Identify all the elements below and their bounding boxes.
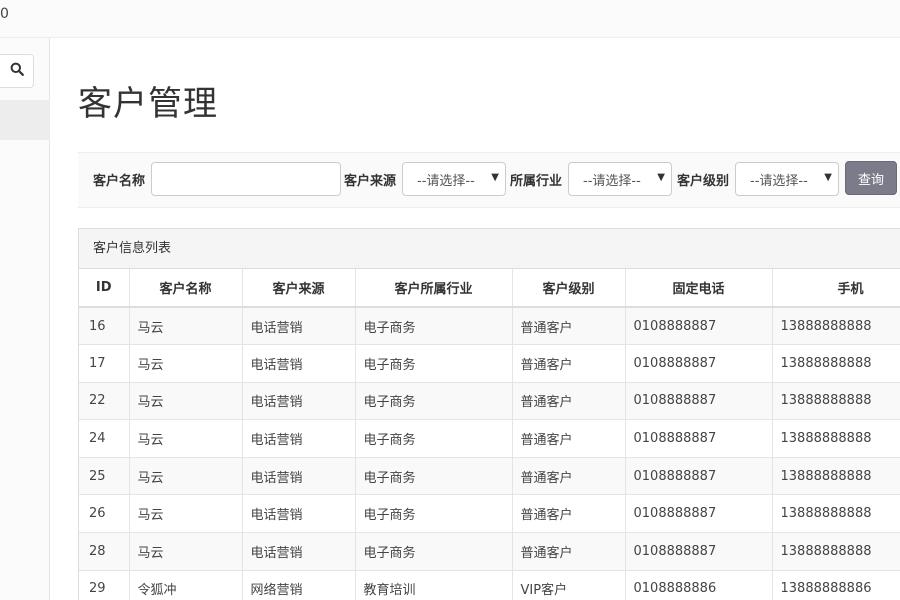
table-cell: 网络营销 bbox=[242, 570, 356, 600]
table-cell: 电话营销 bbox=[242, 494, 356, 534]
chevron-down-icon: ▼ bbox=[491, 172, 499, 183]
table-cell: 普通客户 bbox=[512, 344, 626, 383]
customer-source-label: 客户来源 bbox=[344, 174, 397, 189]
table-cell: 0108888887 bbox=[625, 419, 773, 458]
chevron-down-icon: ▼ bbox=[657, 172, 665, 183]
table-cell: 13888888888 bbox=[772, 307, 900, 346]
table-cell: VIP客户 bbox=[512, 570, 626, 600]
list-heading: 客户信息列表 bbox=[79, 229, 900, 269]
customer-name-label: 客户名称 bbox=[93, 174, 146, 189]
table-cell: 普通客户 bbox=[512, 532, 626, 571]
table-cell: 马云 bbox=[129, 457, 243, 496]
table-cell: 13888888888 bbox=[772, 419, 900, 458]
column-header: 手机 bbox=[772, 269, 900, 308]
table-cell: 电话营销 bbox=[242, 419, 356, 458]
customer-table: ID 客户名称 客户来源 客户所属行业 客户级别 固定电话 手机 16 马云 电话营… bbox=[79, 269, 900, 600]
table-row[interactable]: 16 马云 电话营销 电子商务 普通客户 0108888887 13888888888 bbox=[79, 307, 900, 346]
table-cell: 13888888888 bbox=[772, 532, 900, 571]
customer-name-input[interactable] bbox=[151, 162, 341, 196]
customer-list-panel: 客户信息列表 ID 客户名称 客户来源 客户所属行业 客户级别 固定电话 手机 … bbox=[78, 228, 900, 600]
column-header: 客户级别 bbox=[512, 269, 626, 308]
table-cell: 电话营销 bbox=[242, 457, 356, 496]
table-cell: 电子商务 bbox=[355, 419, 513, 458]
query-button[interactable]: 查询 bbox=[845, 161, 897, 195]
table-cell: 26 bbox=[79, 494, 130, 534]
table-header-row: ID 客户名称 客户来源 客户所属行业 客户级别 固定电话 手机 bbox=[79, 269, 900, 308]
table-cell: 13888888888 bbox=[772, 344, 900, 383]
sidebar-item-active[interactable] bbox=[0, 100, 50, 140]
customer-level-label: 客户级别 bbox=[677, 174, 730, 189]
table-row[interactable]: 26 马云 电话营销 电子商务 普通客户 0108888887 13888888888 bbox=[79, 494, 900, 534]
customer-source-selected: --请选择-- bbox=[417, 173, 475, 189]
table-cell: 13888888888 bbox=[772, 457, 900, 496]
industry-select[interactable]: --请选择-- ▼ bbox=[568, 162, 672, 196]
table-cell: 马云 bbox=[129, 494, 243, 534]
filter-panel: 客户名称 客户来源 --请选择-- ▼ 所属行业 --请选择-- ▼ 客户级别 … bbox=[78, 152, 900, 208]
table-cell: 马云 bbox=[129, 344, 243, 383]
table-row[interactable]: 22 马云 电话营销 电子商务 普通客户 0108888887 13888888888 bbox=[79, 382, 900, 421]
table-cell: 17 bbox=[79, 344, 130, 383]
table-cell: 24 bbox=[79, 419, 130, 458]
top-bar-text: 0 bbox=[0, 6, 9, 22]
table-row[interactable]: 29 令狐冲 网络营销 教育培训 VIP客户 0108888886 13888888886 bbox=[79, 570, 900, 600]
table-cell: 29 bbox=[79, 570, 130, 600]
table-cell: 普通客户 bbox=[512, 494, 626, 534]
industry-selected: --请选择-- bbox=[583, 173, 641, 189]
customer-level-selected: --请选择-- bbox=[750, 173, 808, 189]
table-cell: 电子商务 bbox=[355, 307, 513, 346]
customer-source-select[interactable]: --请选择-- ▼ bbox=[402, 162, 506, 196]
table-cell: 13888888886 bbox=[772, 570, 900, 600]
table-cell: 0108888887 bbox=[625, 307, 773, 346]
table-cell: 普通客户 bbox=[512, 419, 626, 458]
table-cell: 教育培训 bbox=[355, 570, 513, 600]
column-header: 客户来源 bbox=[242, 269, 356, 308]
table-cell: 13888888888 bbox=[772, 382, 900, 421]
table-row[interactable]: 24 马云 电话营销 电子商务 普通客户 0108888887 13888888888 bbox=[79, 419, 900, 458]
table-cell: 普通客户 bbox=[512, 457, 626, 496]
table-cell: 0108888887 bbox=[625, 382, 773, 421]
table-cell: 电话营销 bbox=[242, 344, 356, 383]
table-cell: 电子商务 bbox=[355, 344, 513, 383]
table-cell: 28 bbox=[79, 532, 130, 571]
column-header: 固定电话 bbox=[625, 269, 773, 308]
table-cell: 电子商务 bbox=[355, 382, 513, 421]
customer-level-select[interactable]: --请选择-- ▼ bbox=[735, 162, 839, 196]
column-header: ID bbox=[79, 269, 130, 308]
column-header: 客户名称 bbox=[129, 269, 243, 308]
table-cell: 马云 bbox=[129, 419, 243, 458]
table-cell: 马云 bbox=[129, 307, 243, 346]
search-icon bbox=[10, 62, 24, 80]
table-cell: 电话营销 bbox=[242, 307, 356, 346]
table-body: 16 马云 电话营销 电子商务 普通客户 0108888887 13888888888 17 马… bbox=[79, 307, 900, 600]
table-cell: 25 bbox=[79, 457, 130, 496]
table-cell: 0108888887 bbox=[625, 494, 773, 534]
industry-label: 所属行业 bbox=[510, 174, 563, 189]
table-cell: 0108888887 bbox=[625, 532, 773, 571]
table-cell: 令狐冲 bbox=[129, 570, 243, 600]
table-cell: 马云 bbox=[129, 382, 243, 421]
table-cell: 13888888888 bbox=[772, 494, 900, 534]
column-header: 客户所属行业 bbox=[355, 269, 513, 308]
table-cell: 电子商务 bbox=[355, 532, 513, 571]
table-row[interactable]: 28 马云 电话营销 电子商务 普通客户 0108888887 13888888888 bbox=[79, 532, 900, 571]
table-cell: 电话营销 bbox=[242, 382, 356, 421]
table-row[interactable]: 17 马云 电话营销 电子商务 普通客户 0108888887 13888888888 bbox=[79, 344, 900, 383]
table-cell: 0108888887 bbox=[625, 457, 773, 496]
table-row[interactable]: 25 马云 电话营销 电子商务 普通客户 0108888887 13888888888 bbox=[79, 457, 900, 496]
table-cell: 电话营销 bbox=[242, 532, 356, 571]
top-bar: 0 bbox=[0, 0, 900, 38]
table-cell: 普通客户 bbox=[512, 382, 626, 421]
table-cell: 22 bbox=[79, 382, 130, 421]
table-cell: 16 bbox=[79, 307, 130, 346]
sidebar bbox=[0, 38, 50, 600]
page-title: 客户管理 bbox=[78, 84, 218, 124]
sidebar-search-button[interactable] bbox=[0, 54, 34, 88]
table-cell: 电子商务 bbox=[355, 457, 513, 496]
table-cell: 普通客户 bbox=[512, 307, 626, 346]
chevron-down-icon: ▼ bbox=[824, 172, 832, 183]
table-cell: 0108888886 bbox=[625, 570, 773, 600]
table-cell: 电子商务 bbox=[355, 494, 513, 534]
table-cell: 0108888887 bbox=[625, 344, 773, 383]
table-cell: 马云 bbox=[129, 532, 243, 571]
